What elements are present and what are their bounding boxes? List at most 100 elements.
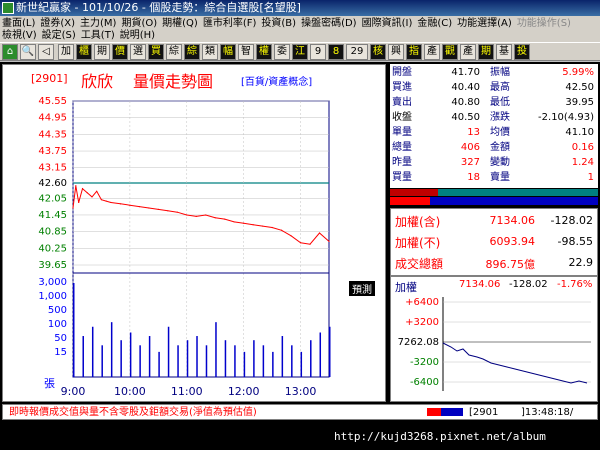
volume-bar: [234, 345, 236, 377]
volume-bar: [291, 345, 293, 377]
toolbar-button[interactable]: 指: [406, 44, 422, 60]
price-point: [318, 232, 321, 234]
volume-bar: [281, 336, 284, 377]
toolbar-button[interactable]: 選: [130, 44, 146, 60]
toolbar-button[interactable]: 委: [274, 44, 290, 60]
menu-item[interactable]: 國際資訊(I): [362, 18, 413, 29]
quote-label: 開盤: [392, 67, 412, 78]
toolbar-button[interactable]: 幅: [220, 44, 236, 60]
price-point: [271, 226, 273, 229]
toolbar-button[interactable]: 29: [346, 44, 368, 60]
price-tick-label: 43.75: [38, 146, 67, 157]
quote-value: 327: [460, 157, 480, 168]
price-point: [138, 206, 140, 208]
price-point: [195, 215, 197, 217]
menu-item[interactable]: 檢視(V): [2, 30, 37, 41]
toolbar-button[interactable]: 加: [58, 44, 74, 60]
prev-icon[interactable]: ◁: [38, 44, 54, 60]
quote-value: 0.16: [571, 142, 594, 153]
status-bar: 即時報價成交值與量不含零股及鉅額交易(淨值為預估值) [2901 ]13:48:…: [2, 404, 598, 420]
toolbar-button[interactable]: 權: [256, 44, 272, 60]
toolbar-button[interactable]: 9: [310, 44, 326, 60]
volume-bar: [310, 340, 312, 377]
status-color-bar: [427, 408, 463, 416]
mini-index-chart: 加權 7134.06 -128.02 -1.76% +6400 +3200 7262…: [390, 276, 598, 402]
price-point: [252, 224, 254, 226]
menu-item[interactable]: 主力(M): [80, 18, 116, 29]
volume-tick-label: 100: [48, 319, 67, 330]
volume-bar: [215, 322, 217, 377]
price-point: [110, 201, 112, 204]
toolbar-button[interactable]: 智: [238, 44, 254, 60]
quote-label: 最高: [490, 82, 510, 93]
window-titlebar: 新世紀贏家 - 101/10/26 - 個股走勢：綜合自選股[名望股]: [0, 0, 600, 16]
toolbar-button[interactable]: 8: [328, 44, 344, 60]
volume-bar: [196, 336, 198, 377]
quote-value: 41.70: [451, 67, 480, 78]
index-change: -128.02: [550, 214, 593, 227]
status-red-bar: [427, 408, 441, 416]
forecast-button[interactable]: 預測: [349, 281, 375, 296]
menu-item[interactable]: 設定(S): [42, 30, 76, 41]
quote-value: -2.10(4.93): [538, 112, 594, 123]
price-point: [78, 201, 80, 204]
toolbar-button[interactable]: 期: [478, 44, 494, 60]
index-value: 7134.06: [489, 214, 536, 227]
price-tick-label: 42.60: [38, 178, 67, 189]
menu-item[interactable]: 功能選擇(A): [457, 18, 512, 29]
quote-value: 40.40: [451, 82, 480, 93]
volume-bar: [120, 340, 122, 377]
toolbar-button[interactable]: 基: [496, 44, 512, 60]
price-point: [224, 218, 226, 220]
toolbar-button[interactable]: 產: [424, 44, 440, 60]
toolbar-button[interactable]: 江: [292, 44, 308, 60]
volume-bar: [177, 345, 179, 377]
mini-index-line: [442, 342, 588, 384]
quote-row: 賣出 40.80 最低 39.95: [390, 96, 598, 110]
toolbar-button[interactable]: 投: [514, 44, 530, 60]
toolbar-button[interactable]: 觀: [442, 44, 458, 60]
menu-item[interactable]: 期權(Q): [162, 18, 198, 29]
volume-bar: [319, 332, 322, 377]
toolbar-button[interactable]: 期: [94, 44, 110, 60]
toolbar-button[interactable]: 興: [388, 44, 404, 60]
mini-plot: +6400 +3200 7262.08 -3200 -6400: [393, 297, 591, 391]
home-icon[interactable]: ⌂: [2, 44, 18, 60]
quote-value: 40.50: [451, 112, 480, 123]
menu-item[interactable]: 說明(H): [120, 30, 155, 41]
mini-tick-label: 7262.08: [398, 337, 439, 348]
toolbar-button[interactable]: 綜: [166, 44, 182, 60]
app-icon: [2, 2, 14, 14]
price-point: [105, 200, 107, 202]
toolbar-button[interactable]: 綜: [184, 44, 200, 60]
menu-item[interactable]: 金融(C): [417, 18, 452, 29]
toolbar-button[interactable]: 買: [148, 44, 164, 60]
toolbar-button[interactable]: 類: [202, 44, 218, 60]
price-point: [100, 199, 103, 201]
menu-item[interactable]: 投資(B): [261, 18, 296, 29]
price-point: [86, 192, 88, 194]
menu-item[interactable]: 證券(X): [40, 18, 75, 29]
menu-item[interactable]: 匯市利率(F): [203, 18, 257, 29]
volume-bar: [91, 326, 94, 377]
quote-row: 總量 406 金額 0.16: [390, 141, 598, 155]
quote-value: 42.50: [565, 82, 594, 93]
footer-url: http://kujd3268.pixnet.net/album: [334, 430, 546, 443]
menu-item[interactable]: 功能操作(S): [517, 18, 571, 29]
price-point: [119, 203, 122, 205]
menu-item[interactable]: 工具(T): [81, 30, 115, 41]
price-point: [157, 208, 159, 211]
search-icon[interactable]: 🔍: [20, 44, 36, 60]
menu-item[interactable]: 期貨(O): [121, 18, 157, 29]
quote-row: 買進 40.40 最高 42.50: [390, 81, 598, 95]
volume-bar: [73, 283, 75, 377]
inner-bar: [390, 197, 430, 205]
toolbar-button[interactable]: 產: [460, 44, 476, 60]
quote-row: 昨量 327 變動 1.24: [390, 156, 598, 170]
mini-tick-label: +6400: [405, 297, 439, 308]
toolbar-button[interactable]: 價: [112, 44, 128, 60]
toolbar-button[interactable]: 櫃: [76, 44, 92, 60]
menu-item[interactable]: 操盤密碼(D): [301, 18, 357, 29]
toolbar-button[interactable]: 核: [370, 44, 386, 60]
menu-item[interactable]: 畫面(L): [2, 18, 35, 29]
